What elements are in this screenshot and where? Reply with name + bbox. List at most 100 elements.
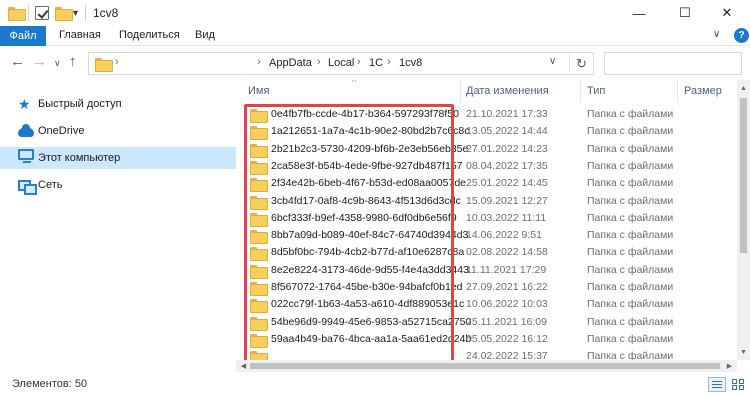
file-date: 27.01.2022 14:23 (466, 142, 548, 155)
ribbon: Файл Главная Поделиться Вид ∨ ? (0, 26, 750, 46)
file-row[interactable]: 8f567072-1764-45be-b30e-94bafcf0b1ed 27.0… (240, 279, 736, 296)
breadcrumb-1c[interactable]: 1C (369, 57, 383, 69)
file-type: Папка с файлами (587, 108, 674, 120)
folder-icon (250, 282, 268, 296)
address-dropdown-icon[interactable]: ∨ (549, 56, 556, 67)
qat-properties-icon[interactable] (35, 5, 49, 21)
star-icon: ★ (18, 96, 31, 112)
file-row[interactable]: 2ca58e3f-b54b-4ede-9fbe-927db487f157 08.0… (240, 158, 736, 175)
file-type: Папка с файлами (587, 315, 674, 328)
tab-home[interactable]: Главная (59, 29, 101, 41)
file-type: Папка с файлами (587, 229, 674, 242)
file-row[interactable]: 3cb4fd17-0af8-4c9b-8643-4f513d6d3cdc 15.0… (240, 193, 736, 210)
breadcrumb-local[interactable]: Local (328, 57, 354, 69)
column-header-type[interactable]: Тип (587, 80, 605, 102)
tab-file[interactable]: Файл (0, 26, 46, 46)
file-type: Папка с файлами (587, 177, 674, 190)
column-header-date[interactable]: Дата изменения (466, 80, 549, 102)
file-name: 2ca58e3f-b54b-4ede-9fbe-927db487f157 (271, 159, 463, 172)
column-divider[interactable] (580, 80, 581, 102)
breadcrumb-separator[interactable]: › (317, 56, 321, 68)
file-name: 59aa4b49-ba76-4bca-aa1a-5aa61ed2d24b (271, 332, 472, 345)
sidebar-item-onedrive[interactable]: OneDrive (0, 120, 236, 142)
forward-arrow-icon[interactable]: → (32, 53, 47, 70)
folder-icon (250, 109, 268, 123)
file-name: 8f567072-1764-45be-b30e-94bafcf0b1ed (271, 281, 463, 293)
scroll-right-icon[interactable]: ▶ (723, 360, 736, 372)
column-header-size[interactable]: Размер (684, 80, 722, 102)
recent-locations-icon[interactable]: ∨ (54, 58, 61, 69)
breadcrumb-separator[interactable]: › (257, 56, 261, 68)
file-row[interactable]: 54be96d9-9949-45e6-9853-a52715ca2750 25.1… (240, 314, 736, 331)
navigation-pane: ★ Быстрый доступ OneDrive Этот компьютер… (0, 80, 236, 370)
file-date: 10.03.2022 11:11 (466, 211, 547, 224)
breadcrumb-separator[interactable]: › (357, 56, 361, 68)
file-date: 25.11.2021 16:09 (466, 315, 547, 328)
sidebar-item-label: Этот компьютер (38, 152, 121, 164)
sidebar-item-quick-access[interactable]: ★ Быстрый доступ (0, 93, 236, 115)
breadcrumb-appdata[interactable]: AppData (269, 57, 312, 69)
breadcrumb-1cv8[interactable]: 1cv8 (399, 57, 422, 69)
file-row[interactable]: 8bb7a09d-b089-40ef-84c7-64740d3944d3 14.0… (240, 227, 736, 245)
file-type: Папка с файлами (587, 281, 674, 293)
ribbon-expand-icon[interactable]: ∨ (713, 29, 720, 40)
large-icons-view-icon[interactable] (729, 377, 747, 392)
file-row[interactable]: 59aa4b49-ba76-4bca-aa1a-5aa61ed2d24b 05.0… (240, 331, 736, 348)
tab-view[interactable]: Вид (195, 29, 215, 41)
scroll-down-icon[interactable]: ▼ (737, 346, 750, 358)
file-row[interactable]: 0e4fb7fb-ccde-4b17-b364-597293f78f50 21.1… (240, 106, 736, 123)
breadcrumb-separator[interactable]: › (387, 56, 391, 68)
file-row[interactable]: 2f34e42b-6beb-4f67-b53d-ed08aa0057de 25.0… (240, 175, 736, 193)
scroll-up-icon[interactable]: ▲ (737, 82, 750, 94)
help-icon[interactable]: ? (734, 28, 749, 43)
file-date: 15.09.2021 12:27 (466, 194, 548, 207)
file-row[interactable]: 1a212651-1a7a-4c1b-90e2-80bd2b7c6c8c 13.0… (240, 123, 736, 141)
file-row[interactable]: 6bcf333f-b9ef-4358-9980-6df0db6e56f9 10.0… (240, 210, 736, 227)
horizontal-scroll-thumb[interactable] (250, 363, 720, 369)
file-row[interactable]: 8d5bf0bc-794b-4cb2-b77d-af10e6287c8a 02.0… (240, 244, 736, 262)
file-row[interactable]: 022cc79f-1b63-4a53-a610-4df889053e1c 10.0… (240, 296, 736, 314)
horizontal-scrollbar[interactable]: ◀ ▶ (236, 360, 737, 372)
refresh-icon[interactable]: ↻ (569, 54, 593, 73)
tab-share[interactable]: Поделиться (119, 29, 180, 41)
sidebar-item-this-pc[interactable]: Этот компьютер (0, 147, 236, 169)
sidebar-item-label: Сеть (38, 179, 63, 191)
file-date: 25.01.2022 14:45 (466, 177, 548, 190)
file-list: ^ Имя Дата изменения Тип Размер 0e4fb7fb… (240, 80, 736, 372)
title-bar: ▾ 1cv8 — ☐ ✕ (0, 0, 750, 26)
file-name: 022cc79f-1b63-4a53-a610-4df889053e1c (271, 298, 465, 311)
file-name: 54be96d9-9949-45e6-9853-a52715ca2750 (271, 315, 472, 328)
file-date: 21.10.2021 17:33 (466, 108, 548, 120)
file-name: 3cb4fd17-0af8-4c9b-8643-4f513d6d3cdc (271, 194, 461, 207)
column-divider[interactable] (677, 80, 678, 102)
details-view-icon[interactable] (708, 377, 726, 392)
qat-dropdown-icon[interactable]: ▾ (73, 5, 78, 21)
file-date: 14.06.2022 9:51 (466, 229, 542, 242)
file-name: 1a212651-1a7a-4c1b-90e2-80bd2b7c6c8c (271, 125, 470, 138)
file-name: 0e4fb7fb-ccde-4b17-b364-597293f78f50 (271, 108, 459, 120)
file-row[interactable]: 8e2e8224-3173-46de-9d55-f4e4a3dd3443 11.1… (240, 262, 736, 279)
search-input[interactable] (604, 52, 742, 75)
breadcrumb-separator[interactable]: › (115, 56, 119, 68)
maximize-button[interactable]: ☐ (662, 0, 708, 26)
file-name: 8d5bf0bc-794b-4cb2-b77d-af10e6287c8a (271, 246, 465, 259)
address-bar[interactable]: › › AppData › Local › 1C › 1cv8 ∨ ↻ (88, 52, 594, 75)
sidebar-item-label: Быстрый доступ (38, 98, 122, 110)
column-header-name[interactable]: Имя (248, 80, 269, 102)
window-title: 1cv8 (93, 6, 119, 20)
back-arrow-icon[interactable]: ← (10, 53, 25, 70)
minimize-button[interactable]: — (616, 0, 662, 26)
file-date: 05.05.2022 16:12 (466, 332, 548, 345)
column-divider[interactable] (460, 80, 461, 102)
vertical-scrollbar[interactable]: ▲ ▼ (737, 80, 750, 360)
sidebar-item-network[interactable]: Сеть (0, 174, 236, 196)
file-date: 08.04.2022 17:35 (466, 159, 548, 172)
file-name: 6bcf333f-b9ef-4358-9980-6df0db6e56f9 (271, 211, 457, 224)
up-arrow-icon[interactable]: ↑ (69, 53, 77, 70)
file-row[interactable]: 2b21b2c3-5730-4209-bf6b-2e3eb56eb35e 27.0… (240, 141, 736, 158)
scroll-left-icon[interactable]: ◀ (237, 360, 250, 372)
qat-new-folder-icon[interactable] (55, 5, 73, 21)
file-date: 13.05.2022 14:44 (466, 125, 548, 138)
close-button[interactable]: ✕ (704, 0, 750, 26)
vertical-scroll-thumb[interactable] (740, 98, 747, 253)
